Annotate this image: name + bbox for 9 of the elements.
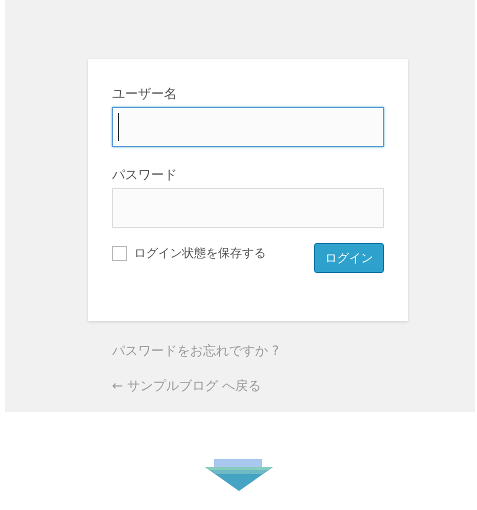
remember-label: ログイン状態を保存する xyxy=(134,245,266,262)
text-link[interactable]: パスワードをお忘れですか ? xyxy=(112,343,280,361)
text-link[interactable]: ← サンプルブログ へ戻る xyxy=(112,378,262,396)
field-label: パスワード xyxy=(112,167,178,185)
field-label: ユーザー名 xyxy=(112,86,178,104)
checkbox[interactable] xyxy=(112,246,127,261)
down-arrow-icon xyxy=(204,459,272,491)
login-button[interactable]: ログイン xyxy=(314,243,384,273)
input-field[interactable] xyxy=(112,107,384,147)
